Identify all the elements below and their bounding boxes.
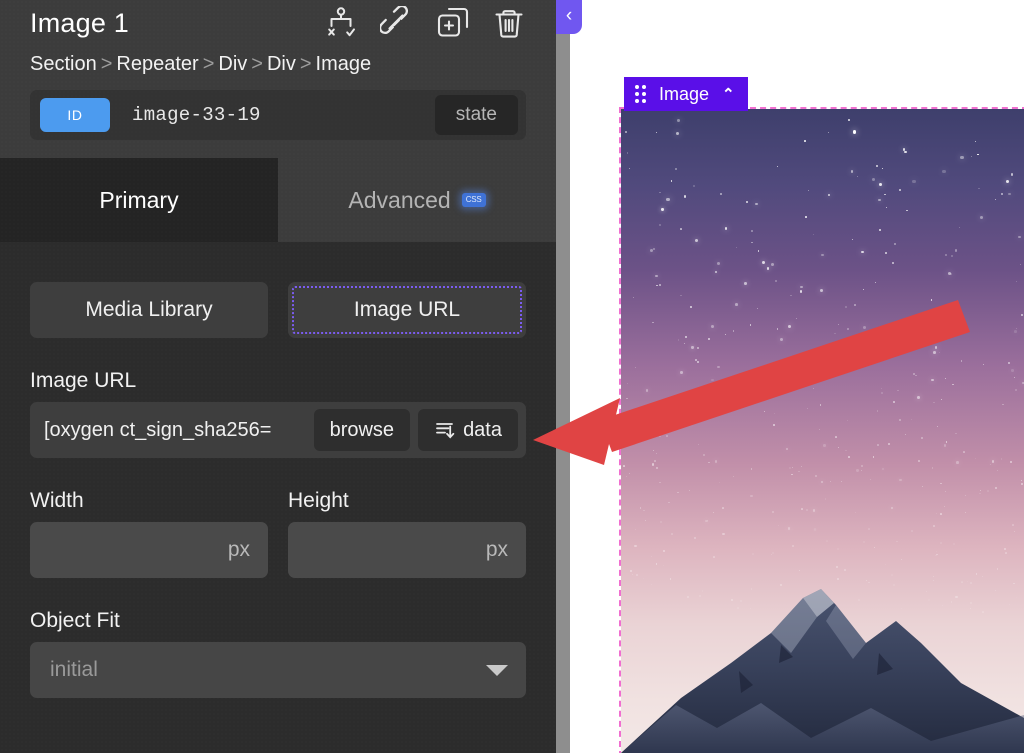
width-field: Width px	[30, 458, 268, 578]
breadcrumb-item-1[interactable]: Repeater	[116, 53, 198, 75]
image-url-input[interactable]	[30, 402, 306, 458]
panel-resize-handle[interactable]	[556, 0, 570, 753]
link-icon[interactable]	[380, 6, 414, 40]
builder-canvas: ‹ Image ⌃	[556, 0, 1024, 753]
drag-handle-icon[interactable]	[635, 85, 646, 103]
breadcrumb-separator: >	[202, 53, 215, 75]
element-selection-outline	[619, 107, 1024, 753]
width-label: Width	[30, 489, 84, 512]
panel-header: Image 1 Section > Repeater > Div > Div >…	[0, 0, 556, 158]
height-field: Height px	[288, 458, 526, 578]
element-id-value[interactable]: image-33-19	[110, 104, 435, 126]
image-url-row: browse data	[30, 402, 526, 458]
browse-button[interactable]: browse	[313, 409, 411, 451]
width-unit: px	[227, 538, 250, 561]
chevron-down-icon	[486, 664, 508, 676]
breadcrumb-item-2[interactable]: Div	[218, 53, 247, 75]
height-label: Height	[288, 489, 349, 512]
breadcrumb-separator: >	[100, 53, 113, 75]
media-library-button[interactable]: Media Library	[30, 282, 268, 338]
element-id-bar: ID image-33-19 state	[30, 90, 526, 140]
id-badge[interactable]: ID	[40, 98, 110, 132]
data-button-label: data	[463, 418, 502, 441]
image-url-button[interactable]: Image URL	[288, 282, 526, 338]
tab-primary[interactable]: Primary	[0, 158, 278, 242]
selected-element-name: Image	[659, 83, 710, 104]
title-row: Image 1	[0, 0, 556, 46]
tab-primary-label: Primary	[99, 186, 179, 213]
breadcrumb: Section > Repeater > Div > Div > Image	[0, 46, 556, 78]
breadcrumb-separator: >	[251, 53, 263, 75]
data-button[interactable]: data	[418, 409, 518, 451]
duplicate-icon[interactable]	[436, 6, 470, 40]
condition-icon[interactable]	[324, 6, 358, 40]
element-properties-panel: Image 1 Section > Repeater > Div > Div >…	[0, 0, 556, 753]
breadcrumb-item-3[interactable]: Div	[267, 53, 296, 75]
page-title: Image 1	[30, 7, 129, 38]
object-fit-value: initial	[50, 658, 98, 681]
width-input[interactable]: px	[30, 522, 268, 578]
breadcrumb-item-4[interactable]: Image	[316, 53, 372, 75]
tab-advanced-label: Advanced	[348, 186, 451, 213]
height-input[interactable]: px	[288, 522, 526, 578]
collapse-panel-button[interactable]: ‹	[556, 0, 582, 34]
browse-button-label: browse	[329, 418, 395, 441]
breadcrumb-item-0[interactable]: Section	[30, 53, 97, 75]
object-fit-label: Object Fit	[30, 609, 120, 632]
width-height-row: Width px Height px	[30, 458, 526, 578]
data-sort-icon	[434, 419, 456, 441]
advanced-badge: CSS	[461, 193, 486, 207]
image-source-buttons: Media Library Image URL	[30, 282, 526, 338]
panel-tabs: Primary Advanced CSS	[0, 158, 556, 242]
breadcrumb-separator: >	[299, 53, 312, 75]
panel-body: Media Library Image URL Image URL browse…	[0, 242, 556, 698]
chevron-up-icon: ⌃	[722, 85, 735, 103]
state-button[interactable]: state	[434, 95, 518, 135]
image-url-label: Image URL	[30, 369, 137, 392]
tab-advanced[interactable]: Advanced CSS	[278, 158, 556, 242]
trash-icon[interactable]	[492, 6, 526, 40]
chevron-left-icon: ‹	[565, 4, 573, 26]
selected-element-label[interactable]: Image ⌃	[624, 77, 748, 111]
object-fit-select[interactable]: initial	[30, 642, 526, 698]
height-unit: px	[485, 538, 508, 561]
header-icon-group	[324, 6, 534, 40]
